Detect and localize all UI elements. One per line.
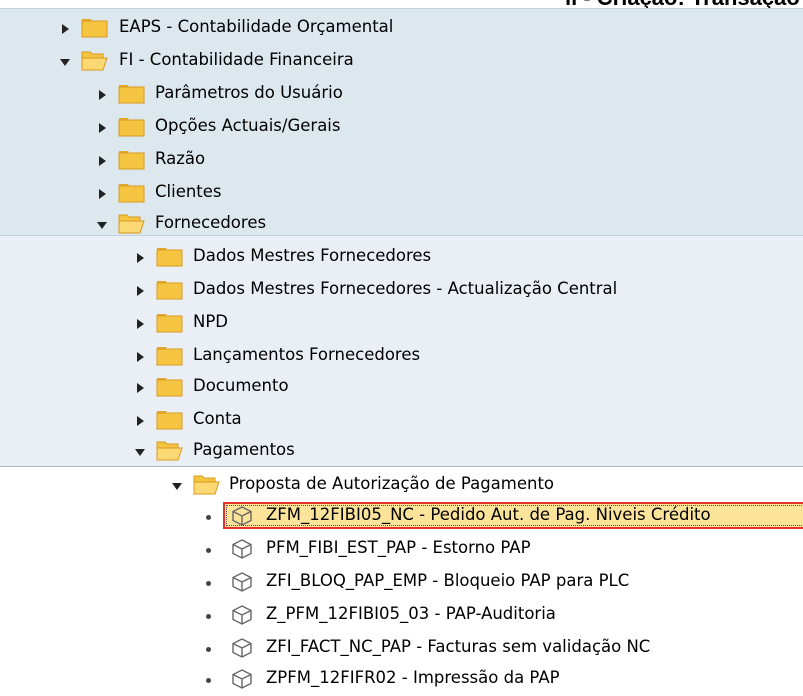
expand-arrow-icon[interactable] [95, 154, 109, 168]
bullet-icon [206, 614, 211, 619]
tree-node-label: Conta [193, 409, 242, 428]
tree-node-label: Documento [193, 376, 289, 395]
folder-open-icon [81, 51, 108, 71]
folder-closed-icon [156, 313, 183, 333]
bullet-icon [206, 581, 211, 586]
tree-node-label: Parâmetros do Usuário [155, 83, 343, 102]
tree-node-label: FI - Contabilidade Financeira [119, 50, 354, 69]
collapse-arrow-icon[interactable] [170, 479, 184, 493]
expand-arrow-icon[interactable] [133, 381, 147, 395]
tree-node-label: PFM_FIBI_EST_PAP - Estorno PAP [266, 538, 531, 557]
bullet-icon [206, 515, 211, 520]
transaction-icon [230, 538, 254, 560]
transaction-icon [230, 505, 254, 527]
collapse-arrow-icon[interactable] [58, 55, 72, 69]
tree-node-label: Razão [155, 149, 206, 168]
collapse-arrow-icon[interactable] [133, 445, 147, 459]
tree-node-label: Dados Mestres Fornecedores [193, 246, 432, 265]
folder-closed-icon [118, 117, 145, 137]
tree-node-label: Lançamentos Fornecedores [193, 345, 421, 364]
folder-open-icon [118, 214, 145, 234]
tree-node-label: NPD [193, 312, 228, 331]
expand-arrow-icon[interactable] [58, 22, 72, 36]
tree-node-clientes[interactable]: Clientes [0, 177, 803, 210]
folder-closed-icon [156, 247, 183, 267]
tree-node-pagamentos[interactable]: Pagamentos [0, 435, 803, 468]
expand-arrow-icon[interactable] [133, 284, 147, 298]
tree-node-label: EAPS - Contabilidade Orçamental [119, 17, 394, 36]
expand-arrow-icon[interactable] [95, 121, 109, 135]
transaction-icon [230, 637, 254, 659]
tree-node-transaction[interactable]: Z_PFM_12FIBI05_03 - PAP-Auditoria [0, 599, 803, 632]
tree-node-parametros[interactable]: Parâmetros do Usuário [0, 78, 803, 111]
tree-node-npd[interactable]: NPD [0, 307, 803, 340]
tree-node-proposta[interactable]: Proposta de Autorização de Pagamento [0, 469, 803, 502]
tree-node-fi[interactable]: FI - Contabilidade Financeira [0, 45, 803, 78]
transaction-icon [230, 604, 254, 626]
tree-node-opcoes[interactable]: Opções Actuais/Gerais [0, 111, 803, 144]
tree-node-label: ZFI_BLOQ_PAP_EMP - Bloqueio PAP para PLC [266, 571, 630, 590]
folder-open-icon [156, 441, 183, 461]
tree-node-transaction[interactable]: ZFI_BLOQ_PAP_EMP - Bloqueio PAP para PLC [0, 566, 803, 599]
folder-open-icon [193, 475, 220, 495]
tree-node-label: Pagamentos [193, 440, 295, 459]
expand-arrow-icon[interactable] [133, 317, 147, 331]
bullet-icon [206, 647, 211, 652]
folder-closed-icon [156, 377, 183, 397]
tree-node-label: Clientes [155, 182, 222, 201]
tree-node-fornecedores[interactable]: Fornecedores [0, 208, 803, 241]
tree-node-label: Z_PFM_12FIBI05_03 - PAP-Auditoria [266, 604, 556, 623]
tree-node-label: ZFM_12FIBI05_NC - Pedido Aut. de Pag. Ni… [266, 505, 711, 524]
tree-node-transaction[interactable]: ZPFM_12FIFR02 - Impressão da PAP [0, 663, 803, 696]
folder-closed-icon [81, 18, 108, 38]
collapse-arrow-icon[interactable] [95, 218, 109, 232]
folder-closed-icon [156, 280, 183, 300]
tree-node-lancamentos[interactable]: Lançamentos Fornecedores [0, 340, 803, 373]
transaction-icon [230, 571, 254, 593]
tree-node-documento[interactable]: Documento [0, 371, 803, 404]
folder-closed-icon [156, 346, 183, 366]
tree-node-label: Fornecedores [155, 213, 267, 232]
tree-node-label: Dados Mestres Fornecedores - Actualizaçã… [193, 279, 618, 298]
tree-node-dados-mestres[interactable]: Dados Mestres Fornecedores [0, 241, 803, 274]
folder-closed-icon [118, 84, 145, 104]
tree-node-transaction-selected[interactable]: ZFM_12FIBI05_NC - Pedido Aut. de Pag. Ni… [0, 500, 803, 533]
tree-node-dados-mestres-central[interactable]: Dados Mestres Fornecedores - Actualizaçã… [0, 274, 803, 307]
tree-node-label: Proposta de Autorização de Pagamento [229, 474, 555, 493]
bullet-icon [206, 548, 211, 553]
expand-arrow-icon[interactable] [95, 88, 109, 102]
tree-node-label: ZFI_FACT_NC_PAP - Facturas sem validação… [266, 637, 651, 656]
tree-node-razao[interactable]: Razão [0, 144, 803, 177]
tree-node-transaction[interactable]: PFM_FIBI_EST_PAP - Estorno PAP [0, 533, 803, 566]
transaction-icon [230, 668, 254, 690]
tree-node-eaps[interactable]: EAPS - Contabilidade Orçamental [0, 12, 803, 45]
folder-closed-icon [118, 150, 145, 170]
tree-node-transaction[interactable]: ZFI_FACT_NC_PAP - Facturas sem validação… [0, 632, 803, 665]
expand-arrow-icon[interactable] [133, 251, 147, 265]
page-title: ii - Criação: Transação ZPFM_12FIBI05_NC [565, 0, 803, 8]
tree-node-label: ZPFM_12FIFR02 - Impressão da PAP [266, 668, 560, 687]
folder-closed-icon [156, 410, 183, 430]
tree-node-label: Opções Actuais/Gerais [155, 116, 341, 135]
folder-closed-icon [118, 183, 145, 203]
expand-arrow-icon[interactable] [133, 414, 147, 428]
expand-arrow-icon[interactable] [133, 350, 147, 364]
tree-node-conta[interactable]: Conta [0, 404, 803, 437]
bullet-icon [206, 678, 211, 683]
expand-arrow-icon[interactable] [95, 187, 109, 201]
